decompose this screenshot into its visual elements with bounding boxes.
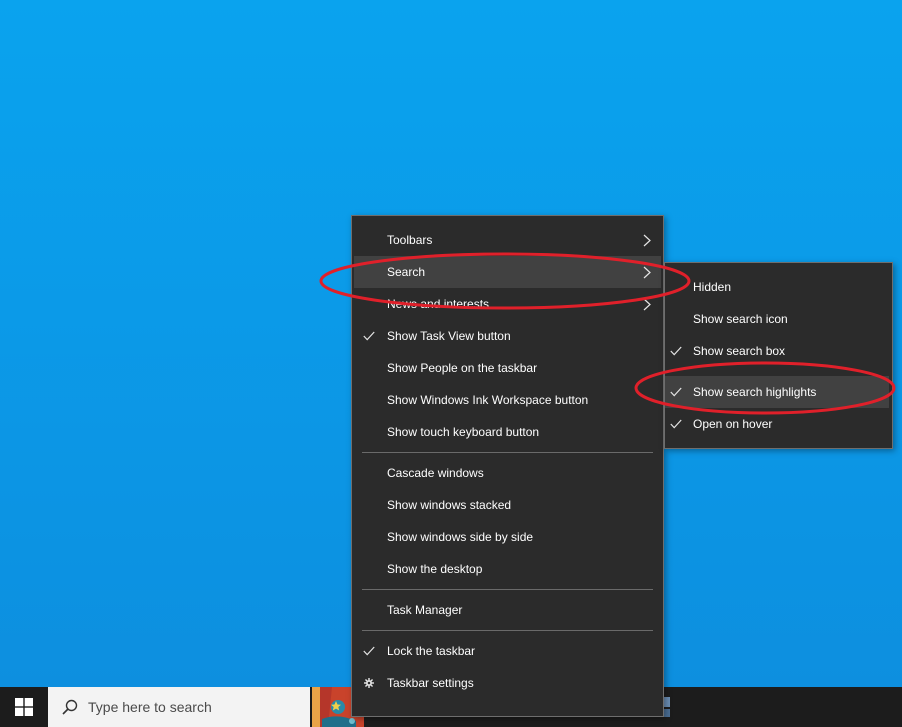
start-button[interactable] <box>0 687 48 727</box>
menu-item-show-the-desktop[interactable]: Show the desktop <box>352 553 663 585</box>
checkmark-icon <box>670 408 684 440</box>
chevron-right-icon <box>643 256 653 288</box>
menu-item-lock-the-taskbar[interactable]: Lock the taskbar <box>352 635 663 667</box>
search-submenu: Hidden Show search icon Show search box … <box>664 262 893 449</box>
submenu-item-show-search-box[interactable]: Show search box <box>665 335 892 367</box>
checkmark-icon <box>670 335 684 367</box>
search-placeholder: Type here to search <box>88 699 212 715</box>
menu-item-show-task-view-button[interactable]: Show Task View button <box>352 320 663 352</box>
menu-item-toolbars[interactable]: Toolbars <box>352 224 663 256</box>
gear-icon <box>363 667 377 699</box>
menu-separator <box>362 630 653 631</box>
menu-item-search[interactable]: Search <box>354 256 661 288</box>
menu-item-taskbar-settings[interactable]: Taskbar settings <box>352 667 663 699</box>
menu-item-show-windows-side-by-side[interactable]: Show windows side by side <box>352 521 663 553</box>
menu-item-news-and-interests[interactable]: News and interests <box>352 288 663 320</box>
menu-item-show-windows-ink[interactable]: Show Windows Ink Workspace button <box>352 384 663 416</box>
submenu-item-show-search-highlights[interactable]: Show search highlights <box>665 376 889 408</box>
menu-item-show-windows-stacked[interactable]: Show windows stacked <box>352 489 663 521</box>
search-icon <box>62 699 78 715</box>
menu-separator <box>362 452 653 453</box>
menu-separator <box>362 589 653 590</box>
menu-item-cascade-windows[interactable]: Cascade windows <box>352 457 663 489</box>
chevron-right-icon <box>643 224 653 256</box>
windows-logo-icon <box>15 698 33 716</box>
submenu-item-open-on-hover[interactable]: Open on hover <box>665 408 892 440</box>
submenu-item-hidden[interactable]: Hidden <box>665 271 892 303</box>
checkmark-icon <box>363 635 377 667</box>
submenu-item-show-search-icon[interactable]: Show search icon <box>665 303 892 335</box>
menu-item-show-touch-keyboard[interactable]: Show touch keyboard button <box>352 416 663 448</box>
chevron-right-icon <box>643 288 653 320</box>
taskbar-context-menu: Toolbars Search News and interests Show … <box>351 215 664 717</box>
menu-item-show-people[interactable]: Show People on the taskbar <box>352 352 663 384</box>
menu-item-task-manager[interactable]: Task Manager <box>352 594 663 626</box>
checkmark-icon <box>670 376 684 408</box>
taskbar-search-box[interactable]: Type here to search <box>48 687 310 727</box>
checkmark-icon <box>363 320 377 352</box>
